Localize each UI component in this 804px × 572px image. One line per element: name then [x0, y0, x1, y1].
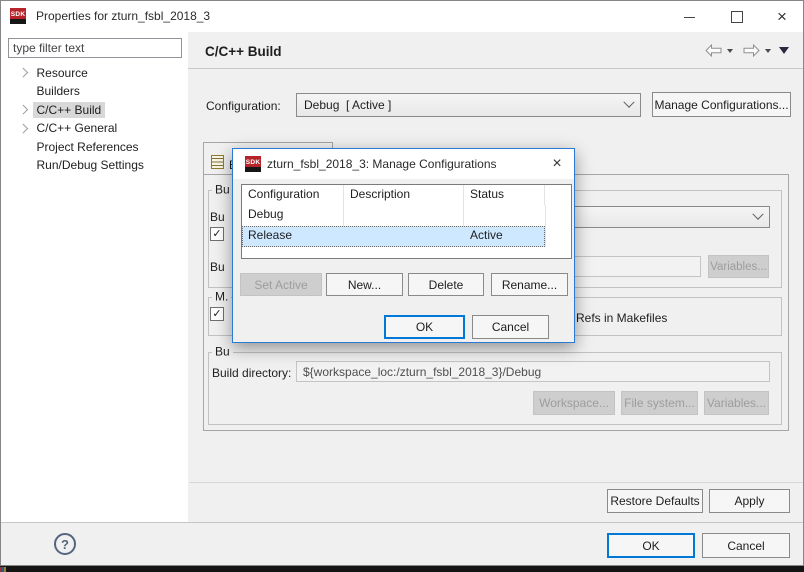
sidebar-item-label: C/C++ Build — [33, 102, 106, 118]
column-header-filler — [545, 185, 571, 205]
header-divider — [188, 68, 803, 69]
modal-ok-button[interactable]: OK — [384, 315, 465, 339]
cell-description — [344, 226, 464, 247]
apply-button[interactable]: Apply — [709, 489, 790, 513]
build-location-variables-button: Variables... — [704, 391, 769, 415]
builder-group-legend: Bu — [212, 182, 233, 196]
arrow-left-icon — [705, 44, 722, 57]
sidebar-item-resource[interactable]: Resource — [1, 63, 187, 82]
configuration-label: Configuration: — [206, 99, 281, 113]
sidebar-item-label: Builders — [37, 84, 80, 98]
manage-configurations-button[interactable]: Manage Configurations... — [652, 92, 791, 117]
sidebar-item-label: Run/Debug Settings — [37, 158, 144, 172]
checkbox-makefile[interactable]: ✓ — [210, 307, 224, 321]
sidebar-item-label: Project References — [37, 140, 139, 154]
chevron-right-icon[interactable] — [19, 123, 28, 132]
view-menu-button[interactable] — [779, 47, 789, 54]
dialog-ok-button[interactable]: OK — [607, 533, 695, 558]
configuration-dropdown[interactable]: Debug [ Active ] — [296, 93, 641, 117]
makefile-group-legend: M. — [212, 289, 231, 303]
screen-background-strip — [0, 566, 804, 572]
filter-input[interactable] — [8, 38, 182, 58]
file-system-button: File system... — [621, 391, 698, 415]
page-title: C/C++ Build — [205, 44, 282, 59]
close-icon: × — [777, 8, 787, 25]
configuration-dropdown-value: Debug [ Active ] — [304, 98, 391, 112]
sdk-app-icon: SDK — [10, 8, 26, 24]
cell-configuration: Release — [242, 226, 344, 247]
close-icon: × — [552, 155, 561, 172]
minimize-icon — [684, 17, 695, 18]
table-row-release[interactable]: Release Active — [242, 226, 571, 247]
chevron-down-icon — [623, 97, 634, 108]
build-command-label: Bu — [210, 260, 225, 274]
column-header-status[interactable]: Status — [464, 185, 545, 205]
cell-description — [344, 205, 464, 226]
check-icon: ✓ — [212, 229, 221, 240]
manage-configurations-dialog: SDK zturn_fsbl_2018_3: Manage Configurat… — [232, 148, 575, 343]
maximize-button[interactable] — [726, 8, 748, 26]
configurations-table: Configuration Description Status Debug R… — [241, 184, 572, 259]
cell-status — [464, 205, 545, 226]
cell-configuration: Debug — [242, 205, 344, 226]
rename-button[interactable]: Rename... — [491, 273, 568, 296]
check-icon: ✓ — [212, 309, 221, 320]
modal-close-button[interactable]: × — [545, 153, 569, 173]
close-button[interactable]: × — [771, 7, 793, 25]
new-button[interactable]: New... — [326, 273, 403, 296]
window-title: Properties for zturn_fsbl_2018_3 — [36, 9, 210, 23]
content-divider — [189, 482, 803, 483]
sidebar-item-cpp-build[interactable]: C/C++ Build — [1, 100, 187, 119]
sidebar-item-cpp-general[interactable]: C/C++ General — [1, 119, 187, 138]
modal-title: zturn_fsbl_2018_3: Manage Configurations — [267, 157, 497, 171]
back-button[interactable] — [705, 44, 722, 60]
table-header-row: Configuration Description Status — [242, 185, 571, 205]
maximize-icon — [731, 11, 743, 23]
makefile-refs-label: Refs in Makefiles — [576, 311, 667, 325]
screen-edge-artifact — [0, 567, 6, 572]
workspace-button: Workspace... — [533, 391, 615, 415]
column-header-description[interactable]: Description — [344, 185, 464, 205]
sidebar-item-builders[interactable]: Builders — [1, 82, 187, 101]
forward-button[interactable] — [743, 44, 760, 60]
sdk-modal-icon: SDK — [245, 156, 261, 172]
checkbox-builder[interactable]: ✓ — [210, 227, 224, 241]
build-location-legend: Bu — [212, 344, 233, 358]
cell-filler — [545, 226, 571, 247]
column-header-configuration[interactable]: Configuration — [242, 185, 344, 205]
sdk-app-icon-text: SDK — [11, 11, 26, 25]
set-active-button: Set Active — [240, 273, 322, 296]
sidebar-item-label: C/C++ General — [37, 121, 118, 135]
dialog-cancel-button[interactable]: Cancel — [702, 533, 790, 558]
modal-cancel-button[interactable]: Cancel — [472, 315, 549, 339]
build-directory-field: ${workspace_loc:/zturn_fsbl_2018_3}/Debu… — [296, 361, 770, 382]
cell-filler — [545, 205, 571, 226]
table-row-debug[interactable]: Debug — [242, 205, 571, 226]
arrow-right-icon — [743, 44, 760, 57]
sidebar-item-label: Resource — [37, 66, 88, 80]
chevron-right-icon[interactable] — [19, 68, 28, 77]
builder-settings-tab-icon — [211, 155, 224, 169]
properties-dialog-screen: SDK Properties for zturn_fsbl_2018_3 × R… — [0, 0, 804, 572]
build-command-variables-button: Variables... — [708, 255, 769, 278]
sdk-modal-icon-text: SDK — [246, 159, 261, 173]
sidebar-item-run-debug-settings[interactable]: Run/Debug Settings — [1, 156, 187, 175]
restore-defaults-button[interactable]: Restore Defaults — [607, 489, 703, 513]
sidebar-item-project-references[interactable]: Project References — [1, 137, 187, 156]
forward-dropdown-button[interactable] — [765, 49, 771, 53]
chevron-right-icon[interactable] — [19, 105, 28, 114]
back-dropdown-button[interactable] — [727, 49, 733, 53]
cell-status: Active — [464, 226, 545, 247]
delete-button[interactable]: Delete — [408, 273, 484, 296]
help-button[interactable]: ? — [54, 533, 76, 555]
minimize-button[interactable] — [678, 8, 700, 26]
help-icon: ? — [61, 537, 69, 552]
chevron-down-icon — [752, 209, 763, 220]
builder-type-label: Bu — [210, 210, 225, 224]
build-directory-label: Build directory: — [212, 366, 291, 380]
